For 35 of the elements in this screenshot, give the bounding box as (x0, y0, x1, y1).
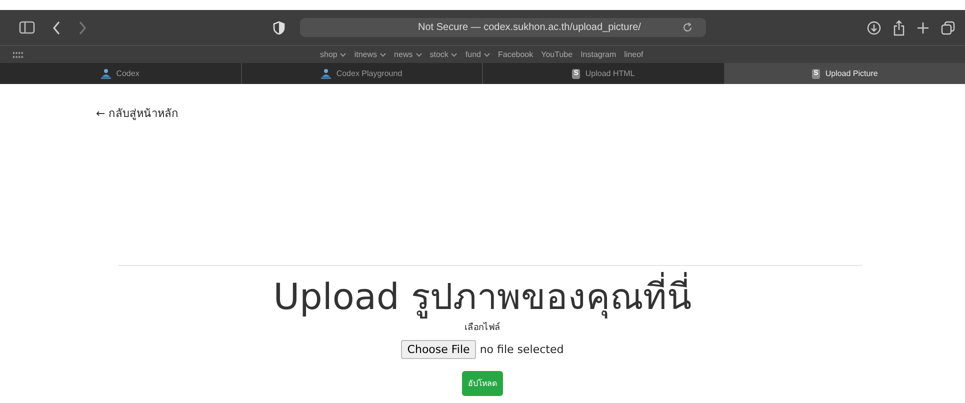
reload-icon[interactable] (682, 22, 693, 33)
bookmark[interactable]: Facebook (498, 50, 534, 59)
share-icon[interactable] (893, 20, 905, 36)
bookmark-folder[interactable]: itnews (354, 50, 386, 59)
chevron-icon (451, 52, 458, 56)
bookmark-folder[interactable]: news (394, 50, 422, 59)
back-link[interactable]: ← กลับสู่หน้าหลัก (96, 107, 179, 120)
file-label: เลือกไฟล์ (464, 321, 500, 335)
address-text: Not Secure — codex.sukhon.ac.th/upload_picture/ (417, 22, 641, 33)
browser-tab[interactable]: Codex (0, 63, 242, 84)
chevron-icon (340, 52, 346, 56)
person-icon (101, 68, 112, 79)
forward-icon[interactable] (78, 20, 87, 34)
bookmark[interactable]: lineof (624, 50, 644, 59)
bookmark[interactable]: Instagram (580, 50, 616, 59)
shield-icon[interactable] (273, 20, 285, 34)
bookmark[interactable]: YouTube (541, 50, 573, 59)
upload-button[interactable]: อัปโหลด (462, 371, 503, 396)
choose-file-button[interactable]: Choose File (401, 340, 476, 359)
browser-tab[interactable]: Codex Playground (242, 63, 483, 84)
sidebar-icon[interactable] (19, 21, 35, 34)
chevron-icon (484, 52, 490, 56)
back-icon[interactable] (52, 20, 61, 34)
tab-overview-icon[interactable] (941, 20, 955, 34)
bookmark-folder[interactable]: stock (430, 50, 458, 59)
grid-icon[interactable] (13, 52, 23, 58)
file-status: no file selected (480, 343, 564, 356)
person-icon (321, 68, 332, 79)
download-icon[interactable] (867, 20, 881, 34)
chevron-icon (416, 52, 422, 56)
bookmark-folder[interactable]: fund (465, 50, 490, 59)
new-tab-icon[interactable] (917, 22, 929, 34)
chevron-icon (380, 52, 386, 56)
address-field[interactable]: Not Secure — codex.sukhon.ac.th/upload_picture/ (300, 18, 706, 37)
bookmark-folder[interactable]: shop (320, 50, 346, 59)
